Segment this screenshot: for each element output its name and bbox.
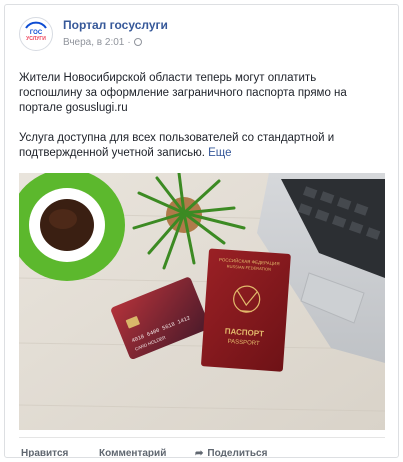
share-icon: ➦ [195,448,204,458]
page-name-link[interactable]: Портал госуслуги [63,18,168,32]
post-paragraph-1: Жители Новосибирской области теперь могу… [19,72,347,114]
post-timestamp[interactable]: Вчера, в 2:01 [63,37,124,48]
like-button[interactable]: Нравится [21,448,68,457]
comment-button[interactable]: Комментарий [99,448,166,457]
post-actions-bar: Нравится Комментарий ➦ Поделиться [19,437,385,458]
share-label: Поделиться [207,448,268,458]
passport-illustration: РОССИЙСКАЯ ФЕДЕРАЦИЯ RUSSIAN FEDERATION … [201,248,291,372]
globe-icon[interactable] [133,38,142,46]
post-header: ГОС УСЛУГИ Портал госуслуги Вчера, в 2:0… [19,17,379,57]
share-button[interactable]: ➦ Поделиться [195,448,268,458]
see-more-link[interactable]: Еще [208,147,231,159]
gosuslugi-logo: ГОС УСЛУГИ [21,19,51,49]
post-card: ГОС УСЛУГИ Портал госуслуги Вчера, в 2:0… [4,4,399,458]
post-paragraph-2-text: Услуга доступна для всех пользователей с… [19,132,335,159]
post-text: Жители Новосибирской области теперь могу… [19,71,379,176]
post-photo[interactable]: 4018 6400 5618 1412 CARD HOLDER РОССИЙСК… [19,173,385,430]
post-paragraph-2: Услуга доступна для всех пользователей с… [19,131,379,161]
page-avatar[interactable]: ГОС УСЛУГИ [19,17,53,51]
post-meta: Вчера, в 2:01 · [63,37,142,48]
logo-text-bottom: УСЛУГИ [26,36,46,42]
